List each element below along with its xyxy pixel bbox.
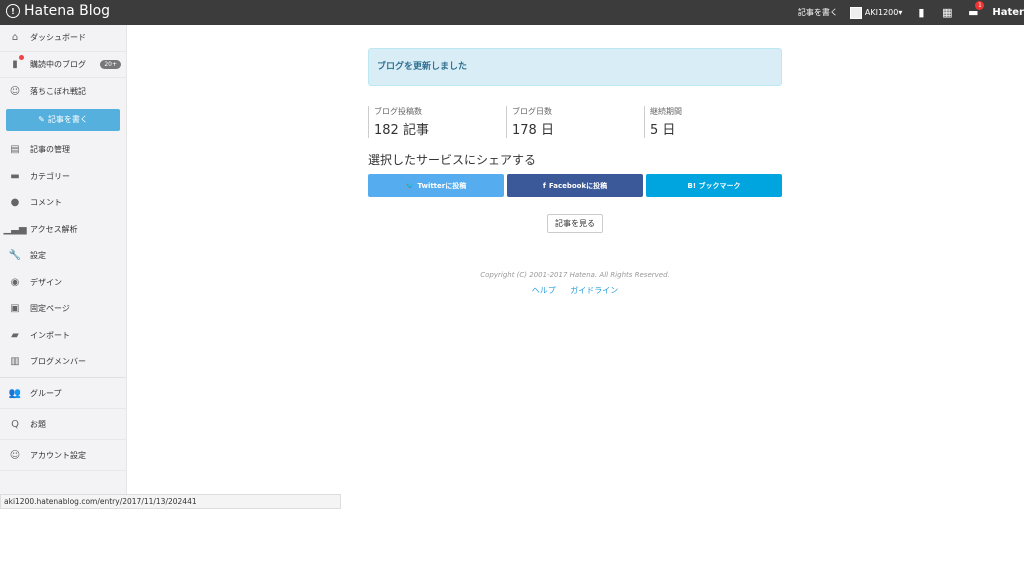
sidebar-item-account[interactable]: ☺ アカウント設定 [0, 440, 126, 471]
sidebar-item-label: ダッシュボード [30, 33, 86, 43]
username: AKI1200 [864, 8, 899, 17]
share-heading: 選択したサービスにシェアする [368, 153, 537, 167]
bookmark-icon[interactable]: ▮ [914, 6, 928, 20]
sidebar-item-blog[interactable]: ☺ 落ちこぼれ戦記 [0, 78, 126, 105]
stat-value: 5 日 [650, 123, 676, 138]
sidebar-item-label: 落ちこぼれ戦記 [30, 86, 86, 96]
view-article-button[interactable]: 記事を見る [547, 214, 603, 233]
stat-label: ブログ日数 [512, 107, 552, 116]
document-icon: ▤ [10, 144, 20, 156]
main-content: ブログを更新しました ブログ投稿数 182 記事 ブログ日数 178 日 継続期… [368, 48, 782, 296]
sidebar-item-comment[interactable]: ● コメント [0, 190, 126, 217]
twitter-share-button[interactable]: 🐦 Twitterに投稿 [368, 174, 504, 197]
facebook-icon: f [542, 181, 546, 190]
facebook-share-button[interactable]: f Facebookに投稿 [507, 174, 643, 197]
stat-value: 182 記事 [374, 123, 429, 138]
help-link[interactable]: ヘルプ [532, 286, 556, 295]
blog-stats: ブログ投稿数 182 記事 ブログ日数 178 日 継続期間 5 日 [368, 106, 782, 138]
bookmark-icon: ▮ [8, 55, 24, 71]
question-icon: Q [11, 418, 19, 430]
sidebar-item-subscriptions[interactable]: ▮ 購読中のブログ 20+ [0, 52, 126, 78]
stat-streak: 継続期間 5 日 [644, 106, 782, 138]
user-menu[interactable]: AKI1200 ▾ [849, 6, 903, 19]
success-alert: ブログを更新しました [368, 48, 782, 86]
folder-icon: ▬ [10, 170, 20, 182]
members-icon: ▥ [10, 356, 20, 368]
stat-label: 継続期間 [650, 107, 682, 116]
hatena-brand-link[interactable]: Hater [992, 7, 1024, 18]
hatena-blog-logo[interactable]: ! Hatena Blog [6, 3, 110, 19]
sidebar-item-analytics[interactable]: ▁▃▅ アクセス解析 [0, 216, 126, 243]
group-icon: 👥 [8, 387, 22, 399]
header-actions: 記事を書く AKI1200 ▾ ▮ ▦ ▬ 1 Hater [786, 0, 1024, 25]
hatena-logo-icon: ! [6, 4, 20, 18]
stat-blog-days: ブログ日数 178 日 [506, 106, 644, 138]
share-buttons: 🐦 Twitterに投稿 f Facebookに投稿 B! ブックマーク [368, 174, 782, 197]
notification-icon[interactable]: ▬ 1 [966, 0, 985, 20]
stat-post-count: ブログ投稿数 182 記事 [368, 106, 506, 138]
sidebar-item-members[interactable]: ▥ ブログメンバー [0, 349, 126, 376]
account-icon: ☺ [9, 449, 21, 461]
logo-text: Hatena Blog [24, 3, 111, 19]
sidebar-item-static-pages[interactable]: ▣ 固定ページ [0, 296, 126, 323]
guideline-link[interactable]: ガイドライン [570, 286, 618, 295]
avatar [849, 6, 862, 19]
stat-value: 178 日 [512, 123, 554, 138]
sidebar-item-group[interactable]: 👥 グループ [0, 378, 126, 409]
wrench-icon: 🔧 [8, 250, 22, 262]
write-article-button[interactable]: ✎ 記事を書く [6, 108, 120, 131]
palette-icon: ◉ [10, 276, 20, 288]
notification-badge: 1 [975, 0, 985, 10]
apps-grid-icon[interactable]: ▦ [940, 6, 954, 20]
hatena-bookmark-button[interactable]: B! ブックマーク [646, 174, 782, 197]
write-article-link[interactable]: 記事を書く [798, 7, 838, 18]
truck-icon: ▰ [11, 329, 19, 341]
edit-icon: ✎ [38, 115, 45, 124]
blog-icon: ☺ [9, 85, 21, 97]
chevron-down-icon: ▾ [898, 8, 903, 17]
sidebar-item-design[interactable]: ◉ デザイン [0, 269, 126, 296]
browser-status-bar: aki1200.hatenablog.com/entry/2017/11/13/… [0, 494, 341, 509]
subscription-count-badge: 20+ [100, 59, 121, 69]
home-icon: ⌂ [11, 32, 19, 44]
page-icon: ▣ [10, 303, 20, 315]
stat-label: ブログ投稿数 [374, 107, 422, 116]
sidebar-item-category[interactable]: ▬ カテゴリー [0, 163, 126, 190]
sidebar-item-settings[interactable]: 🔧 設定 [0, 243, 126, 270]
sidebar-item-import[interactable]: ▰ インポート [0, 322, 126, 349]
top-bar: ! Hatena Blog 記事を書く AKI1200 ▾ ▮ ▦ ▬ 1 Hat… [0, 0, 1024, 25]
sidebar-item-dashboard[interactable]: ⌂ ダッシュボード [0, 25, 126, 52]
sidebar: ⌂ ダッシュボード ▮ 購読中のブログ 20+ ☺ 落ちこぼれ戦記 ✎ 記事を書… [0, 25, 127, 495]
sidebar-item-topic[interactable]: Q お題 [0, 409, 126, 440]
footer-links: ヘルプ ガイドライン [368, 285, 782, 296]
comment-icon: ● [10, 197, 20, 209]
bar-chart-icon: ▁▃▅ [3, 223, 27, 235]
twitter-icon: 🐦 [405, 181, 415, 190]
sidebar-item-manage[interactable]: ▤ 記事の管理 [0, 137, 126, 164]
sidebar-item-label: 購読中のブログ [30, 59, 86, 69]
unread-dot [19, 55, 24, 61]
copyright: Copyright (C) 2001-2017 Hatena. All Righ… [480, 271, 670, 279]
